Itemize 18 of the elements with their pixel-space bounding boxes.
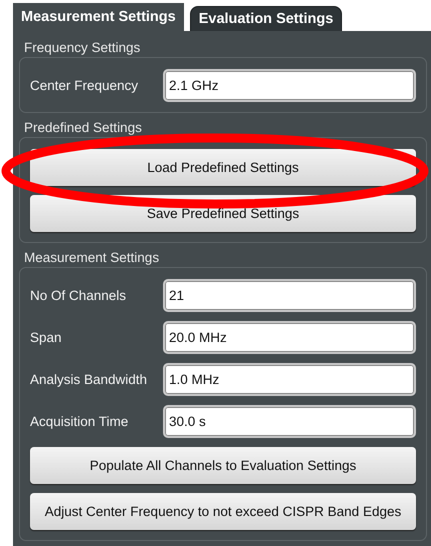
tab[interactable]: Measurement Settings (13, 3, 184, 31)
group-title: Frequency Settings (23, 39, 142, 57)
group-title: Predefined Settings (23, 119, 143, 137)
group-title: Measurement Settings (23, 249, 160, 267)
action-button[interactable]: Adjust Center Frequency to not exceed CISPR Band Edges (30, 493, 416, 530)
field-label: Span (30, 330, 63, 345)
input-field[interactable]: 1.0 MHz (163, 363, 416, 396)
field-label: Acquisition Time (30, 414, 130, 429)
action-button[interactable]: Populate All Channels to Evaluation Settings (30, 447, 416, 484)
tab[interactable]: Evaluation Settings (190, 6, 342, 31)
field-label: Analysis Bandwidth (30, 372, 148, 387)
input-field[interactable]: 21 (163, 279, 416, 312)
input-field[interactable]: 30.0 s (163, 405, 416, 438)
field-label: Center Frequency (30, 78, 140, 93)
input-field[interactable]: 20.0 MHz (163, 321, 416, 354)
action-button[interactable]: Load Predefined Settings (30, 149, 416, 186)
input-field[interactable]: 2.1 GHz (163, 69, 416, 102)
field-label: No Of Channels (30, 288, 128, 303)
